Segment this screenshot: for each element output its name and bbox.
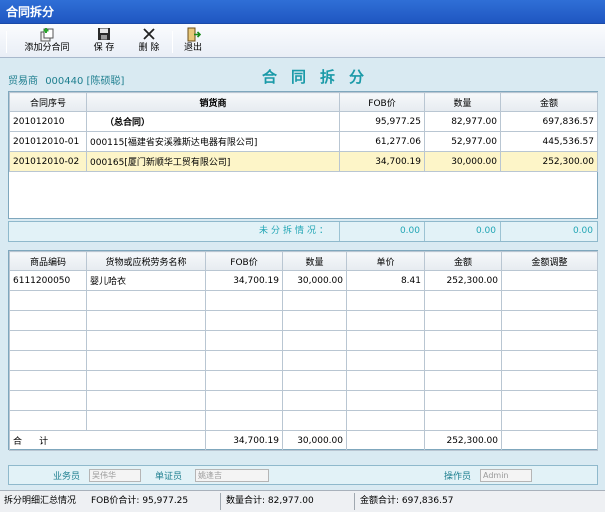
goods-table: 商品编码 货物或应税劳务名称 FOB价 数量 单价 金额 金额调整 611120… bbox=[9, 251, 598, 451]
cell-qty[interactable]: 52,977.00 bbox=[424, 131, 501, 152]
table-row[interactable]: 6111200050 婴儿哈衣 34,700.19 30,000.00 8.41… bbox=[9, 270, 598, 291]
unsplit-amount: 0.00 bbox=[500, 222, 597, 241]
cell-product-code[interactable]: 6111200050 bbox=[9, 270, 87, 291]
unsplit-qty: 0.00 bbox=[424, 222, 500, 241]
cell-fob[interactable]: 61,277.06 bbox=[339, 131, 425, 152]
empty-row[interactable] bbox=[9, 330, 598, 351]
toolbar: 添加分合同 保 存 删 除 退出 bbox=[0, 24, 605, 58]
trader-label: 贸易商 bbox=[8, 76, 38, 87]
staff-panel: 业务员 吴伟华 单证员 姚逢吉 操作员 Admin bbox=[8, 465, 598, 485]
cell-goods-name[interactable]: 婴儿哈衣 bbox=[86, 270, 206, 291]
sales-label: 业务员 bbox=[53, 472, 81, 482]
goods-table-panel: 商品编码 货物或应税劳务名称 FOB价 数量 单价 金额 金额调整 611120… bbox=[8, 250, 598, 451]
table-row[interactable]: 201012010 （总合同） 95,977.25 82,977.00 697,… bbox=[9, 111, 598, 132]
col-header-fob[interactable]: FOB价 bbox=[205, 251, 283, 271]
total-qty: 30,000.00 bbox=[282, 430, 347, 451]
status-divider bbox=[354, 493, 355, 510]
table-row-selected[interactable]: 201012010-02 000165[厦门新顺华工贸有限公司] 34,700.… bbox=[9, 151, 598, 172]
col-header-contract-no[interactable]: 合同序号 bbox=[9, 92, 87, 112]
close-x-icon bbox=[134, 27, 164, 42]
col-header-qty[interactable]: 数量 bbox=[282, 251, 347, 271]
cell-qty[interactable]: 82,977.00 bbox=[424, 111, 501, 132]
operator-field[interactable]: Admin bbox=[480, 469, 532, 482]
trader-info: 贸易商 000440 [陈硕聪] bbox=[8, 72, 124, 87]
empty-row[interactable] bbox=[9, 350, 598, 371]
window-title: 合同拆分 bbox=[0, 0, 605, 24]
col-header-qty[interactable]: 数量 bbox=[424, 92, 501, 112]
status-amount-total: 金额合计: 697,836.57 bbox=[360, 496, 454, 506]
col-header-goods-name[interactable]: 货物或应税劳务名称 bbox=[86, 251, 206, 271]
cell-qty[interactable]: 30,000.00 bbox=[424, 151, 501, 172]
total-fob: 34,700.19 bbox=[205, 430, 283, 451]
cell-amount[interactable]: 252,300.00 bbox=[424, 270, 502, 291]
delete-button[interactable]: 删 除 bbox=[134, 27, 164, 55]
col-header-amount-adjust[interactable]: 金额调整 bbox=[501, 251, 598, 271]
cell-amount[interactable]: 252,300.00 bbox=[500, 151, 598, 172]
col-header-amount[interactable]: 金额 bbox=[500, 92, 598, 112]
col-header-fob[interactable]: FOB价 bbox=[339, 92, 425, 112]
cell-seller[interactable]: 000165[厦门新顺华工贸有限公司] bbox=[86, 151, 340, 172]
toolbar-separator bbox=[6, 31, 7, 53]
cell-contract-no[interactable]: 201012010-02 bbox=[9, 151, 87, 172]
doc-clerk-label: 单证员 bbox=[155, 472, 183, 482]
add-document-icon bbox=[20, 27, 74, 42]
exit-door-icon bbox=[178, 27, 208, 42]
unsplit-fob: 0.00 bbox=[339, 222, 424, 241]
doc-clerk-field[interactable]: 姚逢吉 bbox=[195, 469, 269, 482]
status-bar: 拆分明细汇总情况 FOB价合计: 95,977.25 数量合计: 82,977.… bbox=[0, 490, 605, 512]
sales-field[interactable]: 吴伟华 bbox=[89, 469, 141, 482]
cell-amount-adjust[interactable] bbox=[501, 270, 598, 291]
toolbar-separator bbox=[172, 31, 173, 53]
unsplit-summary: 未分拆情况： 0.00 0.00 0.00 bbox=[8, 221, 598, 242]
total-row: 合 计 34,700.19 30,000.00 252,300.00 bbox=[9, 430, 598, 451]
empty-row[interactable] bbox=[9, 390, 598, 411]
exit-button[interactable]: 退出 bbox=[178, 27, 208, 55]
col-header-seller[interactable]: 销货商 bbox=[86, 92, 340, 112]
cell-qty[interactable]: 30,000.00 bbox=[282, 270, 347, 291]
empty-row[interactable] bbox=[9, 310, 598, 331]
empty-row[interactable] bbox=[9, 370, 598, 391]
save-button[interactable]: 保 存 bbox=[88, 27, 120, 55]
floppy-disk-icon bbox=[88, 27, 120, 42]
status-qty-total: 数量合计: 82,977.00 bbox=[226, 496, 314, 506]
cell-fob[interactable]: 34,700.19 bbox=[205, 270, 283, 291]
col-header-product-code[interactable]: 商品编码 bbox=[9, 251, 87, 271]
cell-seller[interactable]: 000115[福建省安溪雅斯达电器有限公司] bbox=[86, 131, 340, 152]
operator-label: 操作员 bbox=[444, 472, 472, 482]
contracts-table-panel: 合同序号 销货商 FOB价 数量 金额 201012010 （总合同） 95,9… bbox=[8, 91, 598, 219]
cell-amount[interactable]: 445,536.57 bbox=[500, 131, 598, 152]
contracts-table: 合同序号 销货商 FOB价 数量 金额 201012010 （总合同） 95,9… bbox=[9, 92, 598, 172]
add-subcontract-button[interactable]: 添加分合同 bbox=[20, 27, 74, 55]
cell-seller[interactable]: （总合同） bbox=[86, 111, 340, 132]
trader-value: 000440 [陈硕聪] bbox=[45, 76, 125, 87]
cell-contract-no[interactable]: 201012010 bbox=[9, 111, 87, 132]
unsplit-label: 未分拆情况： bbox=[258, 226, 331, 236]
cell-fob[interactable]: 34,700.19 bbox=[339, 151, 425, 172]
total-label: 合 计 bbox=[9, 430, 206, 451]
table-row[interactable]: 201012010-01 000115[福建省安溪雅斯达电器有限公司] 61,2… bbox=[9, 131, 598, 152]
cell-amount[interactable]: 697,836.57 bbox=[500, 111, 598, 132]
status-summary-label: 拆分明细汇总情况 bbox=[4, 496, 77, 506]
cell-fob[interactable]: 95,977.25 bbox=[339, 111, 425, 132]
status-fob-total: FOB价合计: 95,977.25 bbox=[91, 496, 189, 506]
total-amount: 252,300.00 bbox=[424, 430, 502, 451]
cell-contract-no[interactable]: 201012010-01 bbox=[9, 131, 87, 152]
col-header-unit-price[interactable]: 单价 bbox=[346, 251, 425, 271]
page-title: 合同拆分 bbox=[262, 68, 379, 86]
status-divider bbox=[220, 493, 221, 510]
col-header-amount[interactable]: 金额 bbox=[424, 251, 502, 271]
cell-unit-price[interactable]: 8.41 bbox=[346, 270, 425, 291]
empty-row[interactable] bbox=[9, 290, 598, 311]
empty-row[interactable] bbox=[9, 410, 598, 431]
